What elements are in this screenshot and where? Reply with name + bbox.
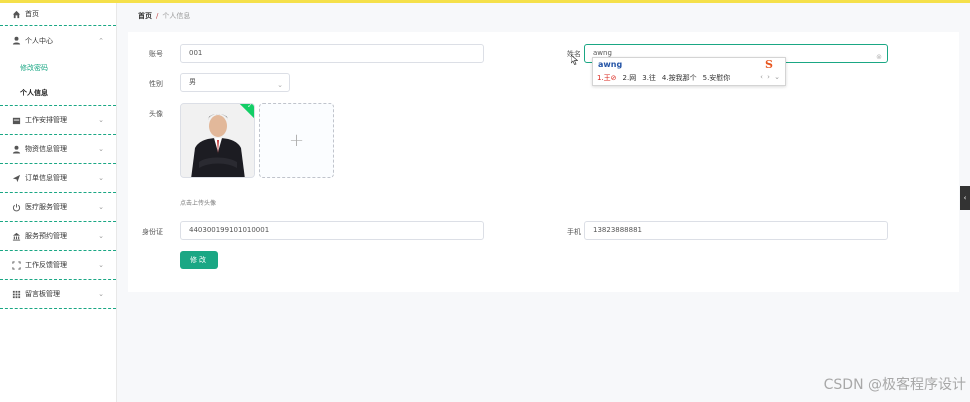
- sidebar-item-label: 订单信息管理: [25, 174, 67, 182]
- sidebar-group-personal-center: 个人中心 ⌃ 修改密码 个人信息: [0, 26, 116, 106]
- account-label: 账号: [149, 50, 163, 58]
- bank-icon: [11, 231, 21, 241]
- sidebar-item-feedback[interactable]: 工作反馈管理 ⌄: [0, 251, 116, 280]
- chevron-up-icon: ⌃: [98, 36, 104, 45]
- plus-icon: +: [288, 130, 305, 151]
- sidebar-item-label: 物资信息管理: [25, 145, 67, 153]
- home-icon: [11, 9, 21, 19]
- gender-select[interactable]: 男 ⌄: [180, 73, 290, 92]
- ime-candidate[interactable]: 3.往: [642, 73, 656, 83]
- chevron-down-icon: ⌄: [277, 81, 283, 89]
- avatar-hint: 点击上传头像: [180, 200, 217, 207]
- chevron-down-icon: ⌄: [98, 203, 104, 211]
- phone-input[interactable]: 13823888881: [584, 221, 888, 240]
- sidebar-item-label: 首页: [25, 10, 39, 18]
- send-icon: [11, 173, 21, 183]
- sidebar-item-appointments[interactable]: 服务预约管理 ⌄: [0, 222, 116, 251]
- clear-icon[interactable]: ⊗: [876, 49, 882, 66]
- sidebar-item-label: 工作安排管理: [25, 116, 67, 124]
- ime-page-nav[interactable]: ‹ › ⌄: [760, 73, 781, 81]
- sidebar-item-label: 留言板管理: [25, 290, 60, 298]
- chevron-down-icon: ⌄: [98, 145, 104, 153]
- chevron-down-icon: ⌄: [98, 290, 104, 298]
- sidebar-item-label: 医疗服务管理: [25, 203, 67, 211]
- chevron-left-icon: ‹: [963, 194, 967, 202]
- ime-candidate[interactable]: 4.按我那个: [662, 73, 697, 83]
- grid-icon: [11, 289, 21, 299]
- sidebar-item-personal-center[interactable]: 个人中心 ⌃: [0, 26, 116, 55]
- sidebar-item-medical[interactable]: 医疗服务管理 ⌄: [0, 193, 116, 222]
- sidebar: 首页 个人中心 ⌃ 修改密码 个人信息 工作安排管理 ⌄ 物资信息管理 ⌄ 订单…: [0, 3, 117, 402]
- sidebar-subitem-personal-info[interactable]: 个人信息: [0, 80, 116, 105]
- gender-label: 性别: [149, 80, 163, 88]
- person-icon: [11, 144, 21, 154]
- avatar-label: 头像: [149, 110, 163, 118]
- mouse-cursor-icon: [571, 55, 578, 65]
- breadcrumb: 首页 / 个人信息: [138, 11, 190, 21]
- chevron-down-icon: ⌄: [98, 232, 104, 240]
- id-card-input[interactable]: 440300199101010001: [180, 221, 484, 240]
- collapse-panel-tab[interactable]: ‹: [960, 186, 970, 210]
- account-value: 001: [189, 49, 203, 57]
- id-card-value: 440300199101010001: [189, 226, 270, 234]
- ime-candidate-popup: awng S 1.王⊘ 2.网 3.往 4.按我那个 5.安慰你 ‹ › ⌄: [592, 57, 786, 86]
- ime-candidate[interactable]: 1.王⊘: [597, 73, 617, 83]
- phone-label: 手机: [567, 228, 581, 236]
- main-content: 首页 / 个人信息 账号 001 姓名 awng ⊗ 性别 男 ⌄ 头像 ✓ +…: [117, 3, 970, 402]
- sidebar-item-label: 服务预约管理: [25, 232, 67, 240]
- phone-value: 13823888881: [593, 226, 642, 234]
- power-icon: [11, 202, 21, 212]
- chevron-down-icon: ⌄: [98, 116, 104, 124]
- sidebar-item-home[interactable]: 首页: [0, 3, 116, 26]
- sogou-logo-icon: S: [765, 58, 773, 71]
- sidebar-item-orders[interactable]: 订单信息管理 ⌄: [0, 164, 116, 193]
- user-icon: [11, 36, 21, 46]
- sidebar-subitem-change-password[interactable]: 修改密码: [0, 55, 116, 80]
- id-card-label: 身份证: [142, 228, 163, 236]
- breadcrumb-home[interactable]: 首页: [138, 12, 152, 20]
- sidebar-item-work-schedule[interactable]: 工作安排管理 ⌄: [0, 106, 116, 135]
- ime-candidates: 1.王⊘ 2.网 3.往 4.按我那个 5.安慰你: [597, 73, 730, 83]
- sidebar-item-label: 个人中心: [25, 36, 53, 45]
- sidebar-item-label: 工作反馈管理: [25, 261, 67, 269]
- chevron-down-icon: ⌄: [98, 261, 104, 269]
- avatar-image[interactable]: ✓: [180, 103, 255, 178]
- ime-candidate[interactable]: 5.安慰你: [703, 73, 731, 83]
- breadcrumb-current: 个人信息: [162, 12, 191, 20]
- submit-button[interactable]: 修改: [180, 251, 218, 269]
- ime-candidate[interactable]: 2.网: [623, 73, 637, 83]
- check-icon: ✓: [247, 103, 253, 110]
- gender-value: 男: [189, 78, 196, 86]
- ime-typed-text: awng: [598, 60, 623, 69]
- breadcrumb-separator: /: [156, 12, 159, 20]
- watermark: CSDN @极客程序设计: [823, 377, 966, 393]
- avatar-portrait: [181, 104, 254, 177]
- sidebar-item-message-board[interactable]: 留言板管理 ⌄: [0, 280, 116, 309]
- name-value: awng: [593, 49, 612, 57]
- avatar-upload-button[interactable]: +: [259, 103, 334, 178]
- chevron-down-icon: ⌄: [98, 174, 104, 182]
- fullscreen-icon: [11, 260, 21, 270]
- sidebar-item-supplies[interactable]: 物资信息管理 ⌄: [0, 135, 116, 164]
- profile-form-card: 账号 001 姓名 awng ⊗ 性别 男 ⌄ 头像 ✓ + 点击上传头像 身份…: [128, 32, 959, 292]
- calendar-icon: [11, 115, 21, 125]
- account-input[interactable]: 001: [180, 44, 484, 63]
